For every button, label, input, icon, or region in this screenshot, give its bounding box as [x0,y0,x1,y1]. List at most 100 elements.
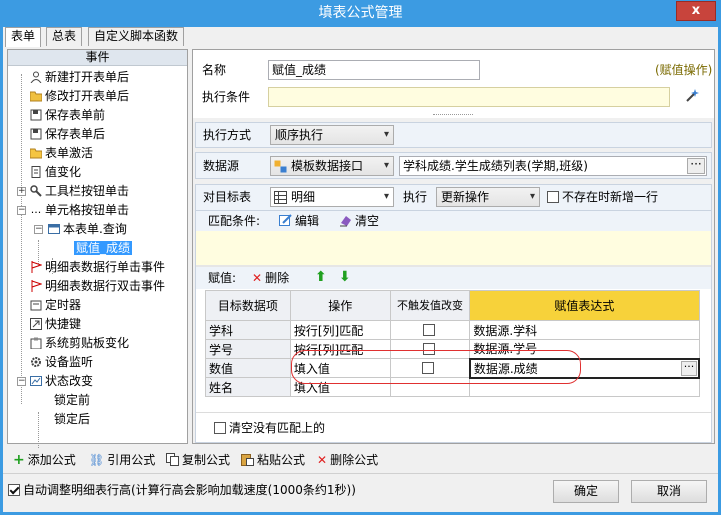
datasource-input[interactable]: 学科成绩.学生成绩列表(学期,班级) ··· [399,156,707,176]
match-condition-box[interactable] [196,231,711,265]
wrench-icon [30,184,42,197]
tab-custom-script[interactable]: 自定义脚本函数 [88,27,185,46]
tree-node-timer[interactable]: 定时器 [30,296,81,315]
cell-target[interactable]: 姓名 [205,377,291,397]
datasource-icon [274,160,287,173]
add-formula-button[interactable]: + 添加公式 [13,451,76,469]
datasource-type-select[interactable]: 模板数据接口 ▾ [270,156,394,176]
tree-node-value-change[interactable]: 值变化 [30,163,81,182]
datasource-value: 学科成绩.学生成绩列表(学期,班级) [403,159,588,173]
ellipsis-button[interactable]: ··· [681,360,697,376]
close-button[interactable]: x [676,1,716,21]
cell-operation[interactable]: 按行[列]匹配 [289,320,391,340]
cell-target[interactable]: 学号 [205,339,291,359]
datasource-type-value: 模板数据接口 [291,159,364,173]
cell-target[interactable]: 学科 [205,320,291,340]
picture-icon [30,374,42,386]
tree-node-clipboard[interactable]: 系统剪贴板变化 [30,334,129,353]
tree-node-shortcut[interactable]: 快捷键 [30,315,81,334]
name-input[interactable]: 赋值_成绩 [268,60,480,80]
cell-target[interactable]: 数值 [205,358,291,378]
edit-button[interactable]: 编辑 [279,212,319,230]
tree-node-activate[interactable]: 表单激活 [29,144,93,163]
tree-node-before-save[interactable]: 保存表单前 [30,106,105,125]
exec-operation-select[interactable]: 更新操作 ▾ [436,187,540,207]
edit-icon [279,214,292,227]
collapse-query-node[interactable]: − [34,225,43,234]
exec-mode-row: 执行方式 顺序执行 ▾ [195,122,712,148]
condition-input[interactable] [268,87,670,107]
ellipsis-button[interactable]: ··· [687,158,705,174]
nochange-check[interactable] [422,324,435,336]
link-icon: ⛓ [89,453,105,467]
clear-unmatched-checkbox[interactable]: 清空没有匹配上的 [214,419,325,437]
tree-node-label: 本表单.查询 [63,222,127,236]
auto-row-height-check[interactable] [8,484,20,496]
tree-node-before-lock[interactable]: 锁定前 [54,391,90,410]
delete-row-button[interactable]: ✕ 删除 [252,269,289,287]
tree-node-after-lock[interactable]: 锁定后 [54,410,90,429]
cancel-button[interactable]: 取消 [631,480,707,503]
tree-node-new-open[interactable]: 新建打开表单后 [30,68,129,87]
exec-mode-select[interactable]: 顺序执行 ▾ [270,125,394,145]
tab-form[interactable]: 表单 [5,27,42,47]
tree-node-label: 设备监听 [45,355,94,369]
move-down-icon[interactable]: ⬇ [339,268,351,286]
paste-formula-button[interactable]: 粘贴公式 [241,451,305,469]
delete-x-icon: ✕ [252,271,263,285]
splitter-grip[interactable] [433,114,473,116]
event-tree[interactable]: 事件 新建打开表单后 修改打开表单后 保存表单前 保存表单后 表单激活 值变化 … [7,49,188,448]
add-row-checkbox[interactable]: 不存在时新增一行 [547,188,658,206]
magic-wand-icon[interactable] [684,88,700,104]
tree-node-label: 工具栏按钮单击 [45,184,130,198]
add-row-label: 不存在时新增一行 [562,190,659,204]
add-row-check[interactable] [547,191,559,203]
annotation-oval [291,350,581,384]
tree-node-cell-button-click[interactable]: ··· 单元格按钮单击 [30,201,129,220]
tree-node-device-listen[interactable]: 设备监听 [30,353,93,372]
delete-formula-button[interactable]: ✕ 删除公式 [317,451,378,469]
chevron-down-icon: ▾ [383,129,389,140]
exec-label: 执行 [403,190,428,204]
tree-node-label: 系统剪贴板变化 [45,336,130,350]
target-table-select[interactable]: 明细 ▾ [270,187,394,207]
ok-button[interactable]: 确定 [553,480,619,503]
eraser-icon [339,214,352,227]
tree-node-label: 锁定后 [54,412,91,426]
collapse-state-node[interactable]: − [17,377,26,386]
paste-formula-label: 粘贴公式 [257,453,306,467]
window-title: 填表公式管理 [318,5,403,21]
flag-icon [30,260,43,273]
collapse-cell-node[interactable]: − [17,206,26,215]
mapping-area: 匹配条件: 编辑 清空 赋值: ✕ 删除 ⬆ ⬇ 目标数据项 操作 不触发值改变… [195,210,712,443]
save-icon [30,127,42,140]
table-row[interactable]: 学科 按行[列]匹配 数据源.学科 [205,320,700,340]
tab-summary[interactable]: 总表 [46,27,83,46]
auto-row-height-checkbox[interactable]: 自动调整明细表行高(计算行高会影响加载速度(1000条约1秒)) [8,481,356,499]
tree-node-detail-row-dblclick[interactable]: 明细表数据行双击事件 [30,277,165,296]
tree-node-label-selected: 赋值_成绩 [74,241,133,255]
tree-node-detail-row-click[interactable]: 明细表数据行单击事件 [30,258,165,277]
tree-node-state-change[interactable]: 状态改变 [30,372,93,391]
reference-formula-button[interactable]: ⛓ 引用公式 [89,451,155,469]
chevron-down-icon: ▾ [383,160,389,171]
tree-node-query[interactable]: 本表单.查询 [48,220,127,239]
add-formula-label: 添加公式 [27,453,76,467]
clear-match-button[interactable]: 清空 [339,212,379,230]
copy-formula-label: 复制公式 [182,453,231,467]
tree-node-label: 单元格按钮单击 [45,203,130,217]
cell-nochange[interactable] [389,320,471,340]
clear-unmatched-check[interactable] [214,422,226,434]
mapping-footer: 清空没有匹配上的 [196,412,711,442]
cell-expression[interactable]: 数据源.学科 [469,320,700,340]
tree-node-toolbar-click[interactable]: 工具栏按钮单击 [30,182,129,201]
copy-formula-button[interactable]: 复制公式 [166,451,230,469]
tree-node-assign-score[interactable]: 赋值_成绩 [74,239,133,258]
expand-toolbar-node[interactable]: + [17,187,26,196]
close-icon: x [691,3,701,18]
tree-node-after-save[interactable]: 保存表单后 [30,125,105,144]
exec-operation-value: 更新操作 [441,190,490,204]
tree-node-modify-open[interactable]: 修改打开表单后 [29,87,129,106]
move-up-icon[interactable]: ⬆ [315,268,327,286]
timer-icon [30,298,42,311]
